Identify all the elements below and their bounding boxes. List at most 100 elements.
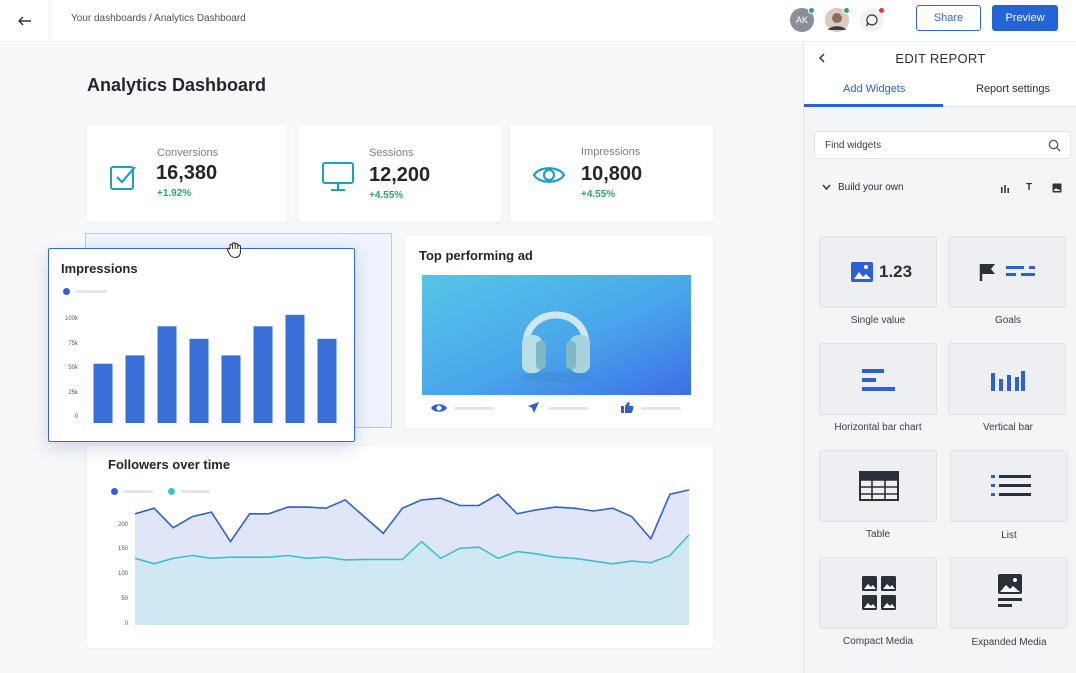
online-status-dot bbox=[808, 7, 815, 14]
y-tick: 50 bbox=[121, 596, 128, 602]
widget-tile-label: Compact Media bbox=[842, 636, 914, 647]
section-label: Build your own bbox=[838, 182, 904, 193]
views-eye-icon bbox=[431, 404, 447, 412]
widget-tile-label: Goals bbox=[994, 315, 1022, 326]
widget-tile-list[interactable] bbox=[950, 450, 1068, 522]
y-tick: 100 bbox=[117, 571, 128, 577]
widget-tile-label: List bbox=[1001, 530, 1017, 541]
comments-button[interactable] bbox=[860, 7, 885, 32]
widget-tile-vertical-bar[interactable] bbox=[948, 343, 1066, 415]
kpi-label: Sessions bbox=[369, 147, 414, 159]
top-ad-widget[interactable]: Top performing ad bbox=[405, 236, 713, 428]
avatar[interactable]: AK bbox=[790, 7, 815, 32]
impressions-bar bbox=[93, 363, 113, 423]
impressions-bar-chart bbox=[93, 314, 337, 423]
kpi-value: 10,800 bbox=[581, 163, 643, 185]
metric-placeholder-bar bbox=[454, 407, 494, 410]
impressions-bar bbox=[189, 338, 209, 423]
compact-media-icon bbox=[862, 576, 896, 610]
edit-report-panel: EDIT REPORT Add Widgets Report settings … bbox=[803, 43, 1076, 673]
panel-title: EDIT REPORT bbox=[895, 51, 986, 66]
preview-button[interactable]: Preview bbox=[992, 5, 1058, 31]
online-status-dot bbox=[843, 7, 850, 14]
followers-widget[interactable]: Followers over time 200 150 100 50 0 bbox=[87, 446, 713, 648]
grab-hand-cursor-icon bbox=[227, 242, 241, 259]
y-tick: 25k bbox=[68, 390, 78, 396]
tab-add-widgets[interactable]: Add Widgets bbox=[843, 83, 905, 95]
metric-placeholder-bar bbox=[641, 407, 681, 410]
kpi-delta: +1.92% bbox=[157, 188, 192, 199]
top-bar: Your dashboards / Analytics Dashboard AK… bbox=[0, 0, 1076, 42]
followers-line-chart bbox=[135, 489, 690, 625]
widget-tile-label: Vertical bar bbox=[982, 422, 1034, 433]
widget-tile-label: Expanded Media bbox=[971, 637, 1047, 648]
widget-tile-compact-media[interactable] bbox=[819, 557, 937, 629]
impressions-bar bbox=[317, 338, 337, 423]
search-placeholder: Find widgets bbox=[825, 140, 882, 151]
impressions-widget-dragging[interactable]: Impressions 100k 75k 50k 25k 0 bbox=[48, 248, 355, 442]
send-arrow-icon bbox=[528, 402, 539, 413]
kpi-value: 16,380 bbox=[156, 162, 218, 184]
back-button[interactable] bbox=[0, 0, 50, 42]
share-button[interactable]: Share bbox=[916, 5, 981, 31]
kpi-card-sessions[interactable]: Sessions 12,200 +4.55% bbox=[299, 125, 501, 222]
notification-dot bbox=[878, 7, 885, 14]
page-title: Analytics Dashboard bbox=[87, 75, 267, 95]
widget-tile-goals[interactable] bbox=[948, 236, 1066, 308]
impressions-bar bbox=[285, 314, 305, 423]
chevron-down-icon bbox=[822, 184, 831, 191]
search-icon[interactable] bbox=[1048, 139, 1061, 152]
monitor-icon bbox=[322, 162, 354, 191]
ad-image-headphones bbox=[422, 275, 691, 395]
y-tick: 200 bbox=[117, 522, 128, 528]
y-tick: 0 bbox=[74, 414, 78, 420]
tab-report-settings[interactable]: Report settings bbox=[976, 83, 1050, 95]
breadcrumb[interactable]: Your dashboards / Analytics Dashboard bbox=[71, 13, 246, 24]
image-filter-icon[interactable] bbox=[1052, 183, 1062, 193]
widget-tile-horizontal-bar[interactable] bbox=[819, 343, 937, 415]
kpi-label: Impressions bbox=[581, 146, 641, 158]
table-icon bbox=[859, 471, 899, 501]
kpi-card-conversions[interactable]: Conversions 16,380 +1.92% bbox=[87, 125, 287, 222]
widget-title: Followers over time bbox=[108, 457, 231, 472]
eye-icon bbox=[532, 167, 566, 183]
horizontal-bar-icon bbox=[862, 369, 895, 391]
vertical-bar-icon bbox=[991, 371, 1025, 391]
widget-title: Top performing ad bbox=[419, 248, 533, 263]
kpi-delta: +4.55% bbox=[581, 189, 616, 200]
widget-tile-table[interactable] bbox=[819, 450, 937, 522]
widget-tile-label: Single value bbox=[850, 315, 906, 326]
list-icon bbox=[991, 475, 1031, 496]
y-tick: 100k bbox=[64, 316, 78, 322]
y-tick: 50k bbox=[68, 365, 78, 371]
legend-dot-series-1 bbox=[111, 488, 118, 495]
y-tick: 150 bbox=[117, 546, 128, 552]
widget-tile-label: Horizontal bar chart bbox=[834, 422, 922, 433]
impressions-bar bbox=[221, 355, 241, 423]
text-filter-icon[interactable]: T bbox=[1026, 182, 1032, 193]
bar-chart-filter-icon[interactable] bbox=[1000, 184, 1010, 193]
metric-placeholder-bar bbox=[548, 407, 588, 410]
y-tick: 75k bbox=[68, 341, 78, 347]
panel-header: EDIT REPORT Add Widgets Report settings bbox=[804, 43, 1076, 107]
goals-icon bbox=[979, 264, 1035, 281]
widget-tile-expanded-media[interactable] bbox=[950, 557, 1068, 629]
kpi-card-impressions[interactable]: Impressions 10,800 +4.55% bbox=[510, 125, 713, 222]
avatar-initials: AK bbox=[795, 15, 808, 25]
thumbs-up-icon bbox=[621, 402, 634, 413]
user-avatar-photo[interactable] bbox=[825, 7, 850, 32]
widget-tile-label: Table bbox=[866, 529, 890, 540]
kpi-delta: +4.55% bbox=[369, 190, 404, 201]
widget-tile-single-value[interactable]: 1.23 bbox=[819, 236, 937, 308]
single-value-icon bbox=[851, 262, 873, 282]
widget-title: Impressions bbox=[61, 261, 138, 276]
impressions-bar bbox=[157, 326, 177, 423]
legend-dot bbox=[63, 288, 70, 295]
kpi-label: Conversions bbox=[157, 147, 219, 159]
impressions-bar bbox=[253, 326, 273, 423]
checkbox-icon bbox=[110, 166, 136, 190]
active-tab-indicator bbox=[804, 104, 943, 107]
single-value-sample: 1.23 bbox=[879, 262, 913, 281]
search-input[interactable]: Find widgets bbox=[814, 131, 1071, 159]
arrow-left-icon bbox=[17, 16, 31, 26]
